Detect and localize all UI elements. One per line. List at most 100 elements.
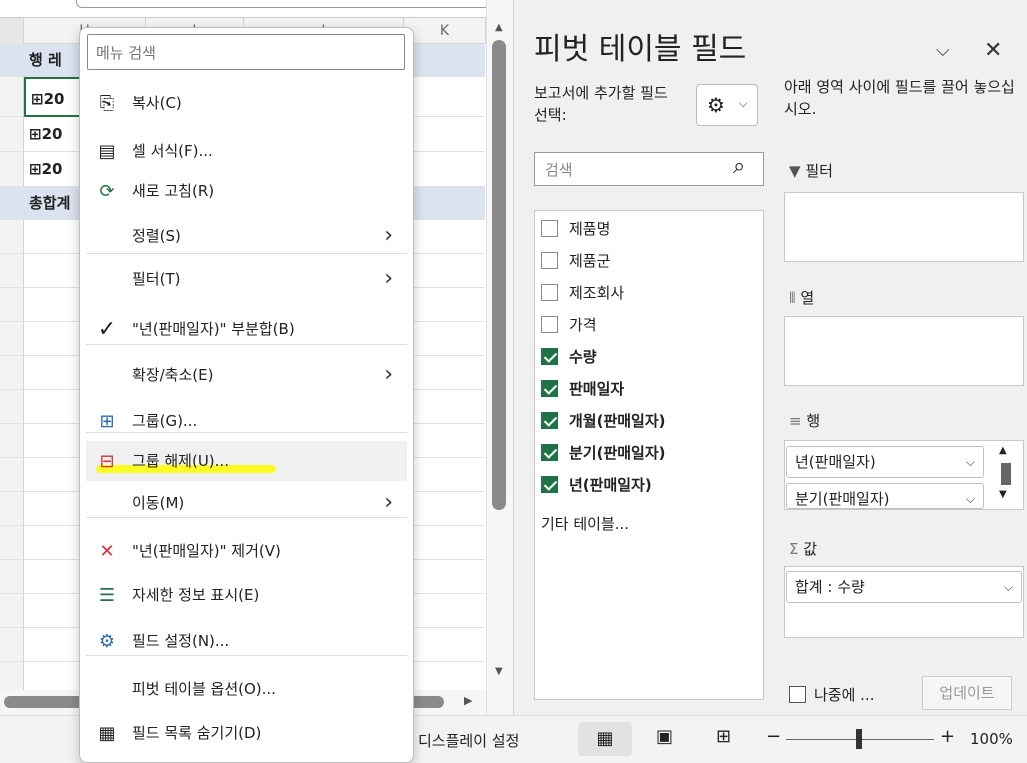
checkmark-icon: ✓ <box>97 317 117 342</box>
field-item[interactable]: 분기(판매일자) <box>535 437 755 469</box>
values-area[interactable]: 합계 : 수량 ⌵ <box>784 566 1024 638</box>
scroll-down-icon[interactable]: ▼ <box>999 489 1007 500</box>
field-item[interactable]: 제조회사 <box>535 277 755 309</box>
menu-item-label: 새로 고침(R) <box>132 182 215 200</box>
scroll-right-icon[interactable]: ▶ <box>464 694 472 707</box>
menu-item-label: 그룹 해제(U)... <box>132 452 229 470</box>
menu-item[interactable]: 정렬(S) › <box>86 216 407 256</box>
menu-item-label: 필드 목록 숨기기(D) <box>132 724 262 742</box>
field-checkbox[interactable] <box>541 476 558 493</box>
field-item[interactable]: 제품명 <box>535 213 755 245</box>
chevron-right-icon: › <box>384 362 393 387</box>
chevron-down-icon: ⌵ <box>1003 580 1013 594</box>
field-checkbox[interactable] <box>541 284 558 301</box>
field-checkbox[interactable] <box>541 252 558 269</box>
selected-cell[interactable]: ⊞20 <box>24 77 84 117</box>
field-checkbox[interactable] <box>541 380 558 397</box>
pivot-field-pane: 피벗 테이블 필드 ⌵ ✕ 보고서에 추가할 필드 선택: ⚙ ⌵ 아래 영역 … <box>513 0 1027 715</box>
field-item[interactable]: 가격 <box>535 309 755 341</box>
refresh-icon: ⟳ <box>99 181 115 202</box>
drag-hint: 아래 영역 사이에 필드를 끌어 놓으십시오. <box>784 78 1015 118</box>
scroll-thumb[interactable] <box>1001 463 1011 485</box>
remove-icon: ✕ <box>99 541 115 562</box>
field-item[interactable]: 제품군 <box>535 245 755 277</box>
row-field-quarter[interactable]: 분기(판매일자) ⌵ <box>786 483 984 509</box>
cell[interactable]: 총합계 <box>24 187 84 220</box>
cell[interactable]: ⊞20 <box>24 152 84 185</box>
field-checkbox[interactable] <box>541 316 558 333</box>
choose-fields-label: 보고서에 추가할 필드 선택: <box>534 84 668 124</box>
scroll-down-icon[interactable]: ▼ <box>495 666 503 677</box>
menu-item[interactable]: 확장/축소(E) › <box>86 355 407 395</box>
vertical-scrollbar[interactable]: ▲ ▼ <box>486 0 513 715</box>
field-name: 제조회사 <box>569 284 625 302</box>
menu-item[interactable]: ▦ 필드 목록 숨기기(D) <box>86 713 407 753</box>
columns-area-title: ⦀ 열 <box>789 289 815 307</box>
field-list[interactable]: 제품명제품군제조회사가격 수량 판매일자 개월(판매일자) 분기(판매일자) 년(판매일자… <box>534 210 764 700</box>
field-name: 분기(판매일자) <box>569 444 666 462</box>
field-item[interactable]: 수량 <box>535 341 755 373</box>
field-search-input[interactable]: 검색 ⌕ <box>534 152 764 186</box>
menu-separator <box>86 655 407 656</box>
menu-item[interactable]: ✕ "년(판매일자)" 제거(V) <box>86 531 407 571</box>
filter-area[interactable] <box>784 192 1024 262</box>
menu-separator <box>86 253 407 254</box>
menu-search-input[interactable]: 메뉴 검색 <box>87 34 405 70</box>
zoom-out-icon[interactable]: − <box>766 726 781 747</box>
field-checkbox[interactable] <box>541 412 558 429</box>
field-settings-icon: ⚙ <box>98 631 116 652</box>
field-item[interactable]: 개월(판매일자) <box>535 405 755 437</box>
zoom-level[interactable]: 100% <box>970 730 1013 748</box>
menu-item[interactable]: ⊞ 그룹(G)... <box>86 401 407 441</box>
menu-item[interactable]: ☰ 자세한 정보 표시(E) <box>86 575 407 615</box>
cell[interactable]: ⊞20 <box>24 117 84 150</box>
value-field-sum-quantity[interactable]: 합계 : 수량 ⌵ <box>786 571 1022 603</box>
update-button[interactable]: 업데이트 <box>922 676 1012 710</box>
menu-item[interactable]: ✓ "년(판매일자)" 부분합(B) <box>86 309 407 349</box>
scroll-thumb[interactable] <box>492 40 506 510</box>
scroll-up-icon[interactable]: ▲ <box>495 22 503 33</box>
filter-area-title: ▼ 필터 <box>789 162 833 180</box>
tools-button[interactable]: ⚙ ⌵ <box>696 84 758 126</box>
field-item[interactable]: 년(판매일자) <box>535 469 755 501</box>
display-settings-button[interactable]: 디스플레이 설정 <box>418 730 519 751</box>
zoom-slider-thumb[interactable] <box>856 729 862 749</box>
menu-item[interactable]: 피벗 테이블 옵션(O)... <box>86 669 407 709</box>
columns-area[interactable] <box>784 316 1024 386</box>
context-menu: 메뉴 검색 ⎘ 복사(C) ▤ 셀 서식(F)... ⟳ 새로 고침(R) 정렬(S) › 필터… <box>79 27 414 763</box>
cell[interactable]: 행 레 <box>24 44 84 77</box>
field-name: 제품명 <box>569 220 611 238</box>
group-icon: ⊞ <box>99 411 115 432</box>
menu-item-label: 확장/축소(E) <box>132 366 214 384</box>
menu-item[interactable]: 필터(T) › <box>86 259 407 299</box>
menu-item-label: 필터(T) <box>132 270 181 288</box>
menu-separator <box>86 517 407 518</box>
chevron-down-icon[interactable]: ⌵ <box>936 40 950 61</box>
row-field-year[interactable]: 년(판매일자) ⌵ <box>786 446 984 478</box>
zoom-in-icon[interactable]: + <box>940 726 955 747</box>
field-item[interactable]: 판매일자 <box>535 373 755 405</box>
field-checkbox[interactable] <box>541 444 558 461</box>
defer-update-label: 나중에 ... <box>814 686 875 704</box>
normal-view-icon[interactable]: ▦ <box>578 722 632 756</box>
column-header[interactable]: K <box>404 18 486 44</box>
field-checkbox[interactable] <box>541 220 558 237</box>
page-layout-icon[interactable]: ▣ <box>656 726 673 747</box>
filter-icon: ▼ <box>789 162 806 180</box>
chevron-down-icon: ⌵ <box>965 492 975 506</box>
field-checkbox[interactable] <box>541 348 558 365</box>
formula-bar-edge <box>0 0 492 18</box>
more-tables-link[interactable]: 기타 테이블... <box>541 513 629 534</box>
close-icon[interactable]: ✕ <box>984 38 1002 63</box>
menu-item[interactable]: ▤ 셀 서식(F)... <box>86 131 407 171</box>
menu-item[interactable]: ⊟ 그룹 해제(U)... <box>86 441 407 481</box>
menu-item[interactable]: ⎘ 복사(C) <box>86 83 407 123</box>
scroll-up-icon[interactable]: ▲ <box>999 445 1007 456</box>
values-area-title: Σ 값 <box>789 540 818 558</box>
format-cells-icon: ▤ <box>98 141 116 162</box>
defer-update-checkbox[interactable] <box>789 686 806 703</box>
rows-area[interactable]: 년(판매일자) ⌵ 분기(판매일자) ⌵ ▲ ▼ <box>784 440 1024 510</box>
menu-item[interactable]: ⟳ 새로 고침(R) <box>86 171 407 211</box>
page-break-icon[interactable]: ⊞ <box>716 726 731 747</box>
search-icon: ⌕ <box>733 154 746 179</box>
